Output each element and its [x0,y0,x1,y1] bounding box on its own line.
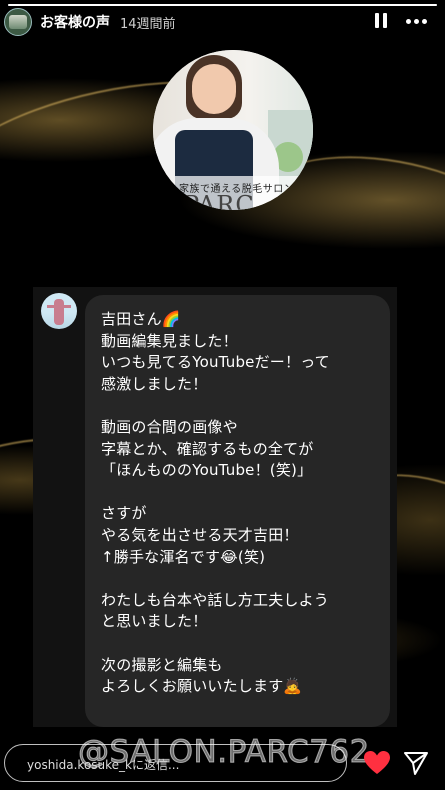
message-line: わたしも台本や話し方工夫しよう [101,590,330,609]
message-bubble: 吉田さん🌈 動画編集見ました！ いつも見てるYouTubeだー！って 感激しました！ 動… [85,295,390,727]
message-line: 動画の合間の画像や [101,417,238,436]
pause-icon[interactable] [370,10,392,32]
send-icon[interactable] [402,750,430,776]
message-line: 感激しました！ [101,374,208,393]
message-line: 吉田さん🌈 [101,310,181,328]
message-line [101,568,382,590]
reply-input[interactable]: yoshida.kosuke_kに返信... [4,744,347,782]
message-line: と思いました！ [101,612,208,631]
message-text: 吉田さん🌈 動画編集見ました！ いつも見てるYouTubeだー！って 感激しました！ 動… [101,309,382,698]
story-progress-fill [8,4,437,6]
message-line: よろしくお願いいたします🙇 [101,677,303,696]
message-line: いつも見てるYouTubeだー！って [101,353,330,372]
message-line [101,633,382,655]
message-line [101,482,382,504]
account-avatar[interactable] [4,8,32,36]
message-line: やる気を出させる天才吉田！ [101,525,299,544]
story-progress-bar [8,4,437,6]
account-name[interactable]: お客様の声 [40,12,110,32]
message-line: 次の撮影と編集も [101,655,223,674]
message-line [101,395,382,417]
heart-icon[interactable] [363,750,391,776]
message-line: ↑勝手な渾名です😂(笑) [101,547,266,566]
message-line: 動画編集見ました！ [101,331,238,350]
profile-photo: 家族で通える脱毛サロン PARC パルク [153,50,313,210]
message-line: 字幕とか、確認するもの全てが [101,439,314,458]
sender-avatar [41,293,77,329]
reply-placeholder: yoshida.kosuke_kに返信... [27,758,180,772]
message-screenshot: 吉田さん🌈 動画編集見ました！ いつも見てるYouTubeだー！って 感激しました！ 動… [33,287,397,727]
story-header: お客様の声 14週間前 [0,8,445,36]
message-line: 「ほんもののYouTube！(笑)」 [101,461,313,480]
more-horizontal-icon[interactable] [404,10,430,32]
story-timestamp: 14週間前 [120,17,176,32]
logo-brand: PARC [183,191,255,210]
logo-brand-kana: パルク [279,203,300,210]
message-line: さすが [101,504,147,523]
